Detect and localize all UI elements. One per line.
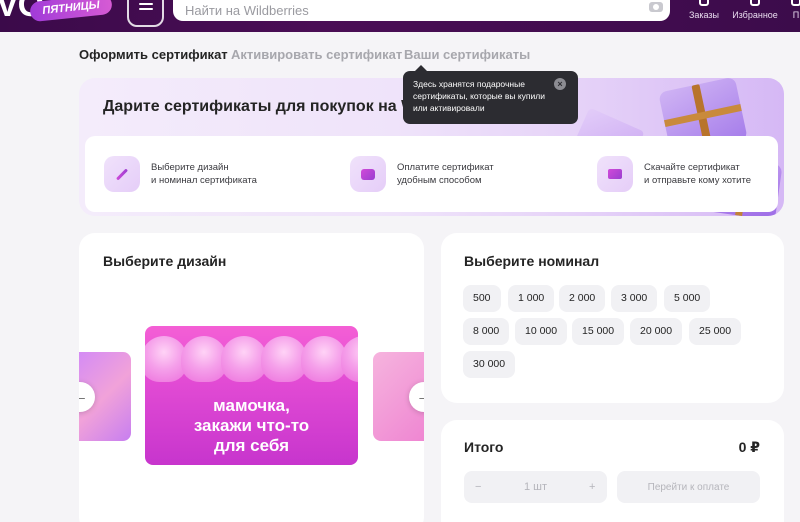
- total-amount: 0 ₽: [738, 439, 760, 455]
- step-text: Скачайте сертификат и отправьте кому хоти…: [644, 162, 751, 186]
- step-text: Выберите дизайн и номинал сертификата: [151, 162, 257, 186]
- promo-badge: ПЯТНИЦЫ: [29, 0, 113, 23]
- nav-orders-label: Заказы: [688, 10, 720, 20]
- design-card: Выберите дизайн мамочка, закажи что-то д…: [79, 233, 424, 522]
- nominal-option-3000[interactable]: 3 000: [611, 285, 658, 312]
- plus-icon[interactable]: +: [589, 471, 595, 503]
- nav-cart[interactable]: П: [789, 0, 800, 32]
- tooltip: Здесь хранятся подарочные сертификаты, к…: [403, 65, 578, 124]
- cart-icon: [791, 0, 800, 6]
- nominal-option-500[interactable]: 500: [463, 285, 501, 312]
- hamburger-icon-line: [139, 8, 153, 10]
- nominal-option-5000[interactable]: 5 000: [664, 285, 711, 312]
- nav-favorites[interactable]: Избранное: [730, 0, 780, 32]
- envelope-icon: [597, 156, 633, 192]
- tab-issue-certificate[interactable]: Оформить сертификат: [79, 47, 228, 62]
- nominal-title: Выберите номинал: [464, 253, 600, 269]
- heart-icon: [750, 0, 760, 6]
- nominal-option-1000[interactable]: 1 000: [508, 285, 555, 312]
- nominal-option-20000[interactable]: 20 000: [630, 318, 683, 345]
- step-text: Оплатите сертификат удобным способом: [397, 162, 494, 186]
- card-caption: мамочка, закажи что-то для себя: [193, 396, 310, 455]
- nav-favorites-label: Избранное: [732, 10, 778, 20]
- nav-orders[interactable]: Заказы: [688, 0, 720, 32]
- tab-activate-certificate[interactable]: Активировать сертификат: [231, 47, 402, 62]
- heart-decor: [341, 336, 358, 382]
- menu-button[interactable]: [127, 0, 164, 27]
- camera-icon[interactable]: [649, 2, 663, 12]
- nominal-option-15000[interactable]: 15 000: [572, 318, 625, 345]
- go-to-payment-button[interactable]: Перейти к оплате: [617, 471, 760, 503]
- tooltip-text: Здесь хранятся подарочные сертификаты, к…: [413, 79, 545, 113]
- header: VO ПЯТНИЦЫ Заказы Избранное П: [0, 0, 800, 32]
- quantity-value: 1 шт: [524, 481, 548, 493]
- hamburger-icon: [139, 3, 153, 5]
- steps-panel: Выберите дизайн и номинал сертификата Опл…: [85, 136, 778, 212]
- nominal-option-25000[interactable]: 25 000: [689, 318, 742, 345]
- search-bar[interactable]: [173, 0, 670, 21]
- wallet-icon: [350, 156, 386, 192]
- nominal-option-2000[interactable]: 2 000: [559, 285, 606, 312]
- nominal-option-8000[interactable]: 8 000: [463, 318, 510, 345]
- design-slide-active[interactable]: мамочка, закажи что-то для себя: [145, 326, 358, 465]
- tab-your-certificates[interactable]: Ваши сертификаты: [404, 47, 530, 62]
- magic-wand-icon: [104, 156, 140, 192]
- close-icon[interactable]: ×: [554, 78, 566, 90]
- nominal-card: Выберите номинал 500 1 000 2 000 3 000 5…: [441, 233, 784, 403]
- design-title: Выберите дизайн: [103, 253, 227, 269]
- box-icon: [699, 0, 709, 6]
- nominal-option-30000[interactable]: 30 000: [463, 351, 516, 378]
- nav-cart-label: П: [792, 10, 800, 20]
- total-card: Итого 0 ₽ − 1 шт + Перейти к оплате: [441, 420, 784, 522]
- minus-icon[interactable]: −: [475, 471, 481, 503]
- quantity-stepper: − 1 шт +: [464, 471, 607, 503]
- search-input[interactable]: [185, 0, 625, 20]
- total-label: Итого: [464, 439, 504, 455]
- nominal-option-10000[interactable]: 10 000: [515, 318, 568, 345]
